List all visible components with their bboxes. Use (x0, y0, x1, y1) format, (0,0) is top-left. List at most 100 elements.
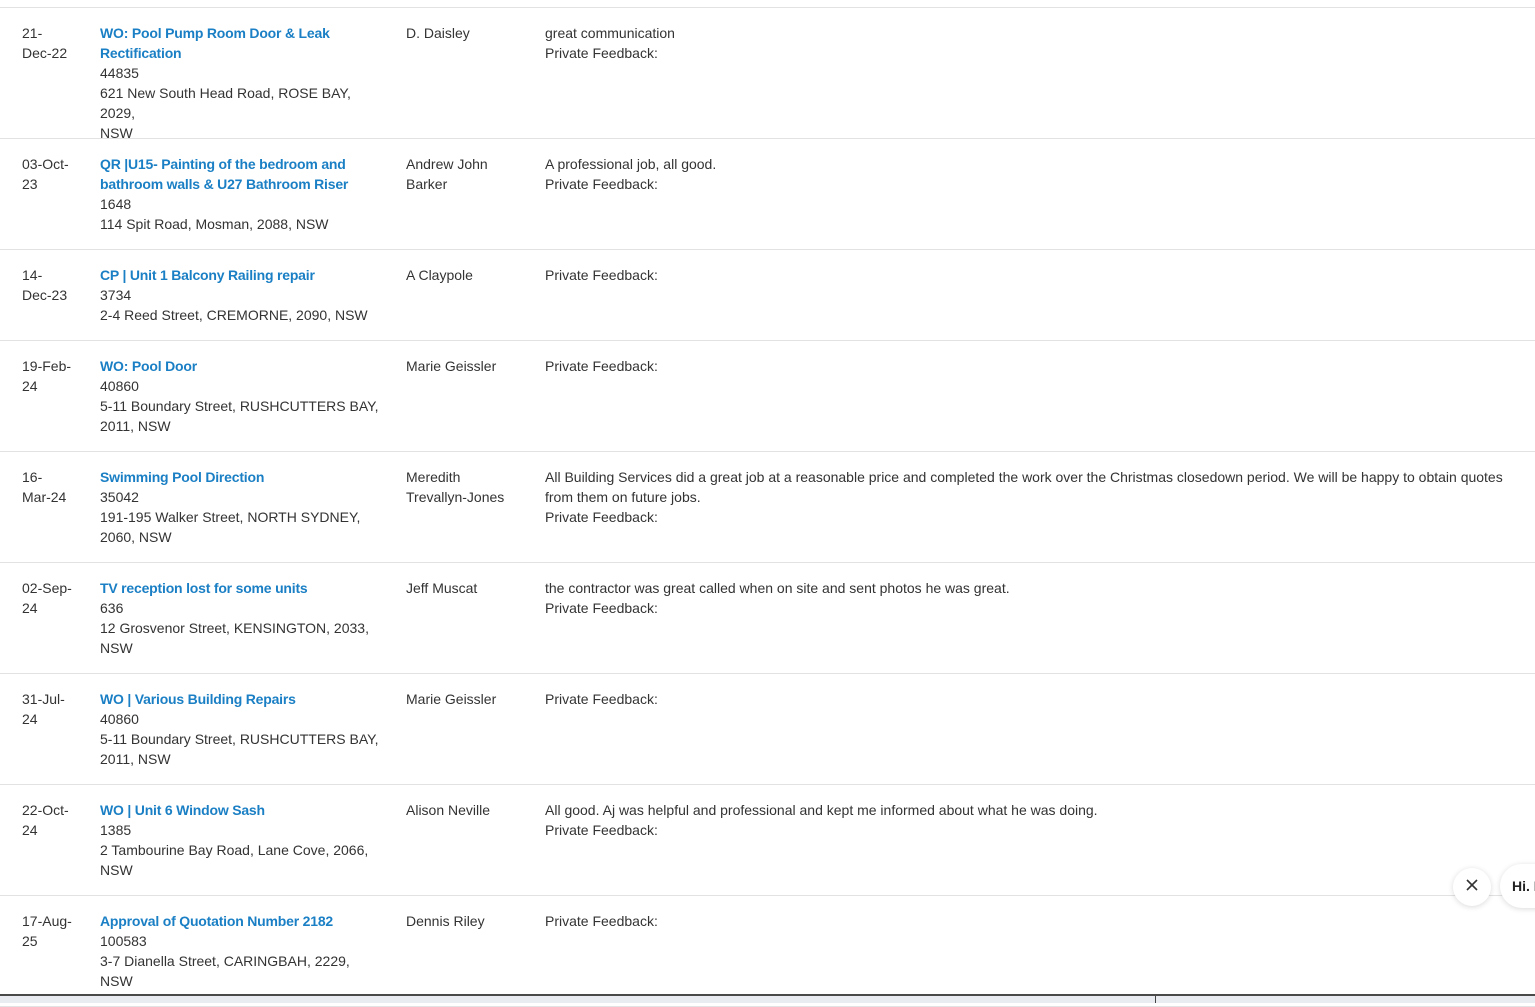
job-title-text: Approval of Quotation Number 2182 (100, 913, 333, 929)
reviewer-name: Trevallyn-Jones (406, 489, 505, 505)
job-address: 2060, NSW (100, 529, 172, 545)
job-cell: Swimming Pool Direction 35042 191-195 Walk… (100, 467, 385, 547)
job-address: 3-7 Dianella Street, CARINGBAH, 2229, (100, 953, 350, 969)
job-number: 40860 (100, 378, 139, 394)
job-title-link[interactable]: Approval of Quotation Number 2182 (100, 911, 385, 931)
job-address: 2011, NSW (100, 751, 171, 767)
reviewer-name-cell: D. Daisley (406, 23, 526, 43)
job-title-text: TV reception lost for some units (100, 580, 308, 596)
date-cell: 03-Oct- 23 (22, 154, 80, 194)
job-number: 40860 (100, 711, 139, 727)
job-address: 191-195 Walker Street, NORTH SYDNEY, (100, 509, 361, 525)
job-number: 44835 (100, 65, 139, 81)
job-address: 621 New South Head Road, ROSE BAY, 2029, (100, 85, 351, 121)
reviewer-name: Marie Geissler (406, 691, 497, 707)
job-address: 2 Tambourine Bay Road, Lane Cove, 2066, (100, 842, 369, 858)
job-address: 5-11 Boundary Street, RUSHCUTTERS BAY, (100, 398, 379, 414)
job-title-link[interactable]: QR |U15- Painting of the bedroom and bath… (100, 154, 385, 194)
close-icon (1466, 878, 1478, 896)
date-text: 16- (22, 469, 43, 485)
date-text: 24 (22, 600, 38, 616)
job-number: 100583 (100, 933, 147, 949)
reviewer-name: Meredith (406, 469, 461, 485)
feedback-text: great communication (545, 25, 675, 41)
date-text: Mar-24 (22, 489, 67, 505)
date-text: 25 (22, 933, 38, 949)
job-cell: WO: Pool Pump Room Door & Leak Rectificat… (100, 23, 385, 143)
private-feedback-label: Private Feedback: (545, 913, 658, 929)
reviewer-name: Andrew John (406, 156, 488, 172)
date-cell: 31-Jul- 24 (22, 689, 80, 729)
private-feedback-label: Private Feedback: (545, 600, 658, 616)
job-title-link[interactable]: WO | Various Building Repairs (100, 689, 385, 709)
reviewer-name-cell: Alison Neville (406, 800, 526, 820)
feedback-text: All good. Aj was helpful and professiona… (545, 802, 1098, 818)
job-title-text: WO | Unit 6 Window Sash (100, 802, 265, 818)
date-text: 24 (22, 822, 38, 838)
date-cell: 14- Dec-23 (22, 265, 80, 305)
job-title-link[interactable]: WO: Pool Pump Room Door & Leak Rectificat… (100, 23, 385, 63)
private-feedback-label: Private Feedback: (545, 45, 658, 61)
job-title-link[interactable]: Swimming Pool Direction (100, 467, 385, 487)
job-title-link[interactable]: WO | Unit 6 Window Sash (100, 800, 385, 820)
job-address: 2011, NSW (100, 418, 171, 434)
reviewer-name-cell: A Claypole (406, 265, 526, 285)
reviewer-name-cell: Marie Geissler (406, 689, 526, 709)
date-text: 14- (22, 267, 43, 283)
feedback-text: the contractor was great called when on … (545, 580, 1010, 596)
feedback-cell: the contractor was great called when on … (545, 578, 1505, 618)
date-text: 03-Oct- (22, 156, 69, 172)
reviewer-name-cell: Andrew John Barker (406, 154, 526, 194)
reviewer-name: D. Daisley (406, 25, 470, 41)
job-title-link[interactable]: WO: Pool Door (100, 356, 385, 376)
job-address: 2-4 Reed Street, CREMORNE, 2090, NSW (100, 307, 368, 323)
feedback-cell: great communication Private Feedback: (545, 23, 1505, 63)
job-cell: QR |U15- Painting of the bedroom and bath… (100, 154, 385, 234)
job-address: NSW (100, 862, 133, 878)
table-row: 02-Sep- 24 TV reception lost for some unit… (0, 563, 1535, 674)
job-cell: TV reception lost for some units 636 12 Gr… (100, 578, 385, 658)
job-title-text: Swimming Pool Direction (100, 469, 265, 485)
reviewer-name: A Claypole (406, 267, 473, 283)
private-feedback-label: Private Feedback: (545, 822, 658, 838)
table-row: 03-Oct- 23 QR |U15- Painting of the bedroo… (0, 139, 1535, 250)
reviewer-name: Marie Geissler (406, 358, 497, 374)
reviewer-name: Dennis Riley (406, 913, 485, 929)
job-address: NSW (100, 640, 133, 656)
job-title-text: WO: Pool Pump Room Door & Leak (100, 25, 330, 41)
date-cell: 21- Dec-22 (22, 23, 80, 63)
chat-close-button[interactable] (1453, 868, 1491, 906)
job-cell: WO: Pool Door 40860 5-11 Boundary Street, … (100, 356, 385, 436)
job-title-link[interactable]: TV reception lost for some units (100, 578, 385, 598)
date-text: 23 (22, 176, 38, 192)
job-address: 12 Grosvenor Street, KENSINGTON, 2033, (100, 620, 369, 636)
date-cell: 16- Mar-24 (22, 467, 80, 507)
date-text: 02-Sep- (22, 580, 72, 596)
feedback-cell: Private Feedback: (545, 265, 1505, 285)
job-number: 3734 (100, 287, 132, 303)
job-title-link[interactable]: CP | Unit 1 Balcony Railing repair (100, 265, 385, 285)
date-text: 22-Oct- (22, 802, 69, 818)
job-number: 636 (100, 600, 124, 616)
bottom-banner-edge (0, 994, 1535, 1003)
chat-greeting-text: Hi. I (1512, 878, 1535, 894)
job-address: 5-11 Boundary Street, RUSHCUTTERS BAY, (100, 731, 379, 747)
job-address: NSW (100, 973, 133, 989)
reviewer-name: Alison Neville (406, 802, 491, 818)
reviewer-name-cell: Dennis Riley (406, 911, 526, 931)
date-text: 24 (22, 711, 38, 727)
private-feedback-label: Private Feedback: (545, 176, 658, 192)
private-feedback-label: Private Feedback: (545, 267, 658, 283)
reviewer-name-cell: Meredith Trevallyn-Jones (406, 467, 526, 507)
table-row: 22-Oct- 24 WO | Unit 6 Window Sash 1385 2 Ta… (0, 785, 1535, 896)
date-text: 19-Feb- (22, 358, 72, 374)
private-feedback-label: Private Feedback: (545, 691, 658, 707)
job-title-text: QR |U15- Painting of the bedroom and (100, 156, 346, 172)
feedback-cell: All Building Services did a great job at… (545, 467, 1505, 527)
reviewer-name: Jeff Muscat (406, 580, 478, 596)
date-cell: 02-Sep- 24 (22, 578, 80, 618)
table-row: 19-Feb- 24 WO: Pool Door 40860 5-11 Boundary… (0, 341, 1535, 452)
table-row: 21- Dec-22 WO: Pool Pump Room Door & Leak R… (0, 8, 1535, 141)
job-number: 35042 (100, 489, 139, 505)
job-title-text: WO | Various Building Repairs (100, 691, 296, 707)
